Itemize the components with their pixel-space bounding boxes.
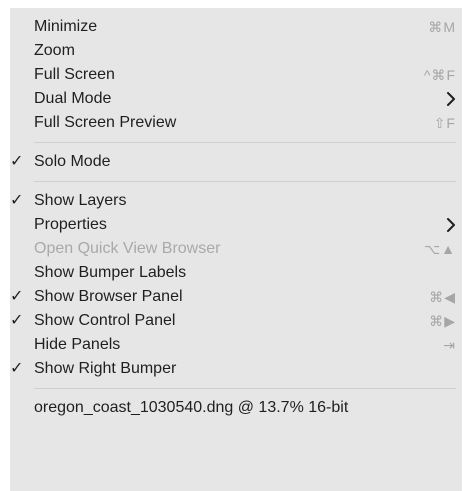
menu-item-show-layers[interactable]: ✓ Show Layers xyxy=(10,189,462,213)
menu-item-zoom[interactable]: Zoom xyxy=(10,39,462,63)
menu-item-label: Show Control Panel xyxy=(34,312,176,329)
menu-item-label: oregon_coast_1030540.dng @ 13.7% 16-bit xyxy=(34,399,349,416)
keyboard-shortcut: ⌥▲ xyxy=(424,241,456,257)
keyboard-shortcut: ⇥ xyxy=(443,337,456,353)
menu-item-open-document[interactable]: oregon_coast_1030540.dng @ 13.7% 16-bit xyxy=(10,396,462,420)
menu-item-label: Show Bumper Labels xyxy=(34,264,187,281)
menu-item-dual-mode[interactable]: Dual Mode xyxy=(10,87,462,111)
menu-separator xyxy=(34,181,456,182)
menu-item-show-bumper-labels[interactable]: Show Bumper Labels xyxy=(10,261,462,285)
menu-item-label: Dual Mode xyxy=(34,90,112,107)
checkmark-icon: ✓ xyxy=(10,360,24,377)
menu-item-properties[interactable]: Properties xyxy=(10,213,462,237)
menu-item-label: Properties xyxy=(34,216,107,233)
menu-item-label: Zoom xyxy=(34,42,75,59)
menu-item-show-control-panel[interactable]: ✓ Show Control Panel ⌘▶ xyxy=(10,309,462,333)
keyboard-shortcut: ⌘◀ xyxy=(429,289,456,305)
checkmark-icon: ✓ xyxy=(10,153,24,170)
checkmark-icon: ✓ xyxy=(10,312,24,329)
menu-item-label: Show Browser Panel xyxy=(34,288,183,305)
menu-item-minimize[interactable]: Minimize ⌘M xyxy=(10,15,462,39)
checkmark-icon: ✓ xyxy=(10,192,24,209)
menu-item-label: Show Right Bumper xyxy=(34,360,177,377)
menu-item-full-screen-preview[interactable]: Full Screen Preview ⇧F xyxy=(10,111,462,135)
menu-list: Minimize ⌘M Zoom Full Screen ^⌘F Dual Mode Ful… xyxy=(10,15,462,420)
menu-item-label: Show Layers xyxy=(34,192,127,209)
menu-item-hide-panels[interactable]: Hide Panels ⇥ xyxy=(10,333,462,357)
checkmark-icon: ✓ xyxy=(10,288,24,305)
keyboard-shortcut: ⇧F xyxy=(433,115,456,131)
menu-item-label: Full Screen xyxy=(34,66,115,83)
keyboard-shortcut: ^⌘F xyxy=(423,67,456,83)
menu-item-label: Full Screen Preview xyxy=(34,114,177,131)
menu-item-label: Minimize xyxy=(34,18,98,35)
menu-item-label: Solo Mode xyxy=(34,153,111,170)
menu-item-label: Hide Panels xyxy=(34,336,121,353)
keyboard-shortcut: ⌘M xyxy=(428,19,456,35)
menu-item-show-browser-panel[interactable]: ✓ Show Browser Panel ⌘◀ xyxy=(10,285,462,309)
menu-separator xyxy=(34,388,456,389)
menu-item-label: Open Quick View Browser xyxy=(34,240,221,257)
chevron-right-icon xyxy=(447,218,455,232)
keyboard-shortcut: ⌘▶ xyxy=(429,313,456,329)
menu-item-open-quick-view-browser: Open Quick View Browser ⌥▲ xyxy=(10,237,462,261)
menu-item-solo-mode[interactable]: ✓ Solo Mode xyxy=(10,150,462,174)
menu-separator xyxy=(34,142,456,143)
menu-item-full-screen[interactable]: Full Screen ^⌘F xyxy=(10,63,462,87)
window-menu: Minimize ⌘M Zoom Full Screen ^⌘F Dual Mode Ful… xyxy=(10,8,462,491)
chevron-right-icon xyxy=(447,92,455,106)
menu-item-show-right-bumper[interactable]: ✓ Show Right Bumper xyxy=(10,357,462,381)
